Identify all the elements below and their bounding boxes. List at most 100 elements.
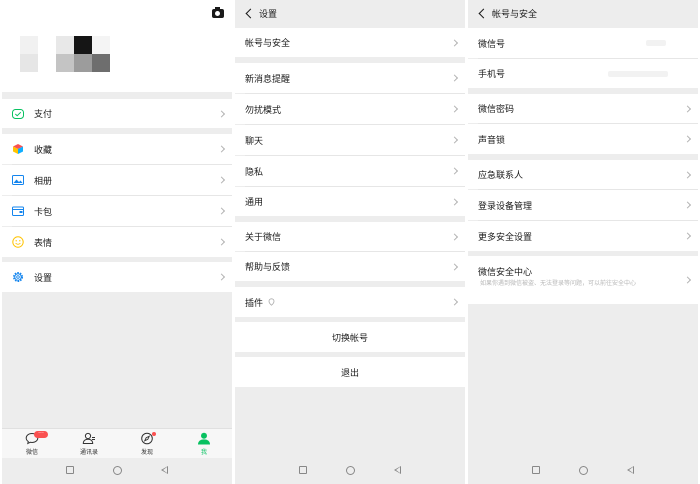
recents-square-icon[interactable]: [299, 466, 307, 474]
unread-badge: ···: [34, 431, 48, 438]
account-item-voice-lock[interactable]: 声音锁: [468, 124, 698, 154]
tab-chats[interactable]: ··· 微信: [12, 429, 52, 459]
chevron-right-icon: [450, 74, 459, 82]
back-triangle-icon[interactable]: [627, 466, 634, 474]
chevron-right-icon: [683, 276, 692, 284]
person-icon: [198, 432, 210, 445]
new-dot-badge: [152, 432, 156, 436]
back-triangle-icon[interactable]: [161, 466, 168, 474]
settings-item-help-feedback[interactable]: 帮助与反馈: [235, 252, 465, 281]
menu-item-stickers[interactable]: 表情: [2, 227, 232, 257]
chevron-right-icon: [683, 170, 692, 179]
settings-item-label: 新消息提醒: [245, 74, 291, 85]
settings-item-privacy[interactable]: 隐私: [235, 156, 465, 186]
tab-label: 发现: [140, 449, 153, 456]
menu-item-pay[interactable]: 支付: [2, 99, 232, 128]
account-item-label: 声音锁: [478, 135, 506, 146]
chevron-right-icon: [450, 105, 459, 113]
chevron-right-icon: [450, 38, 459, 47]
profile-header[interactable]: [2, 0, 232, 92]
phone-value-blurred: [608, 71, 668, 77]
back-arrow-icon[interactable]: [478, 8, 489, 19]
chevron-right-icon: [450, 298, 459, 306]
bottom-tab-bar: ··· 微信 通讯录 发现 我: [2, 428, 232, 458]
wechat-id-value-blurred: [646, 40, 666, 46]
menu-label: 支付: [34, 110, 53, 120]
menu-label: 设置: [34, 273, 53, 284]
home-circle-icon[interactable]: [113, 466, 122, 475]
logout-label: 退出: [340, 368, 359, 379]
chevron-right-icon: [683, 135, 692, 143]
favorites-cube-icon: [13, 144, 23, 154]
menu-label: 表情: [34, 238, 53, 249]
card-wallet-icon: [12, 206, 24, 216]
chevron-right-icon: [683, 201, 692, 209]
tab-contacts[interactable]: 通讯录: [69, 429, 109, 459]
account-item-emergency-contacts[interactable]: 应急联系人: [468, 160, 698, 189]
settings-item-account-security[interactable]: 帐号与安全: [235, 28, 465, 57]
settings-item-general[interactable]: 通用: [235, 187, 465, 216]
back-triangle-icon[interactable]: [394, 466, 401, 474]
chevron-right-icon: [217, 238, 226, 246]
settings-item-about[interactable]: 关于微信: [235, 222, 465, 251]
wechat-pay-icon: [12, 108, 24, 119]
chevron-right-icon: [217, 207, 226, 215]
tab-discover[interactable]: 发现: [127, 429, 167, 459]
menu-label: 卡包: [34, 207, 53, 218]
recents-square-icon[interactable]: [66, 466, 74, 474]
account-item-password[interactable]: 微信密码: [468, 94, 698, 123]
settings-item-chat[interactable]: 聊天: [235, 125, 465, 155]
home-circle-icon[interactable]: [579, 466, 588, 475]
smiley-face-icon: [12, 236, 24, 248]
back-arrow-icon[interactable]: [245, 8, 256, 19]
menu-item-settings[interactable]: 设置: [2, 262, 232, 292]
settings-item-plugins[interactable]: 插件: [235, 287, 465, 317]
account-item-label: 微信密码: [478, 105, 515, 115]
switch-account-button[interactable]: 切换帐号: [235, 322, 465, 352]
system-nav-bar: [235, 458, 465, 484]
chevron-right-icon: [217, 109, 226, 118]
account-item-more-security[interactable]: 更多安全设置: [468, 221, 698, 251]
account-item-label: 更多安全设置: [478, 232, 533, 243]
menu-label: 相册: [34, 176, 53, 187]
chevron-right-icon: [683, 104, 692, 113]
account-item-label: 微信号: [478, 39, 506, 50]
settings-item-label: 聊天: [245, 136, 264, 147]
account-security-top-bar: 帐号与安全: [468, 0, 698, 27]
camera-icon[interactable]: [212, 7, 224, 18]
home-circle-icon[interactable]: [346, 466, 355, 475]
settings-item-notifications[interactable]: 新消息提醒: [235, 63, 465, 93]
account-item-device-management[interactable]: 登录设备管理: [468, 190, 698, 220]
account-item-label: 手机号: [478, 70, 506, 80]
account-item-phone[interactable]: 手机号: [468, 59, 698, 88]
album-image-icon: [12, 175, 24, 185]
menu-label: 收藏: [34, 145, 53, 156]
page-title: 帐号与安全: [492, 10, 538, 20]
settings-item-label: 隐私: [245, 167, 264, 178]
switch-account-label: 切换帐号: [331, 333, 368, 344]
settings-item-do-not-disturb[interactable]: 勿扰模式: [235, 94, 465, 124]
menu-item-album[interactable]: 相册: [2, 165, 232, 195]
settings-item-label: 帮助与反馈: [245, 263, 291, 273]
system-nav-bar: [468, 458, 698, 484]
logout-button[interactable]: 退出: [235, 357, 465, 387]
account-item-label: 应急联系人: [478, 171, 524, 181]
system-nav-bar: [2, 458, 232, 484]
menu-item-card-wallet[interactable]: 卡包: [2, 196, 232, 226]
chevron-right-icon: [217, 176, 226, 184]
settings-panel: 设置 帐号与安全 新消息提醒 勿扰模式 聊天 隐私 通用 关于微信 帮助与反馈 …: [235, 0, 465, 484]
chevron-right-icon: [450, 232, 459, 241]
settings-item-label: 通用: [245, 198, 264, 208]
settings-item-label: 帐号与安全: [245, 39, 291, 49]
settings-item-label: 关于微信: [245, 233, 282, 243]
tab-me[interactable]: 我: [184, 429, 224, 459]
settings-item-label: 插件: [245, 298, 264, 309]
me-panel: 支付 收藏 相册 卡包 表情 设置 ··· 微信 通讯录 发现 我: [2, 0, 232, 484]
chevron-right-icon: [450, 136, 459, 144]
recents-square-icon[interactable]: [532, 466, 540, 474]
menu-item-favorites[interactable]: 收藏: [2, 134, 232, 164]
chevron-right-icon: [217, 145, 226, 153]
gear-icon: [13, 272, 23, 282]
chevron-right-icon: [217, 273, 226, 281]
account-item-wechat-id[interactable]: 微信号: [468, 28, 698, 58]
